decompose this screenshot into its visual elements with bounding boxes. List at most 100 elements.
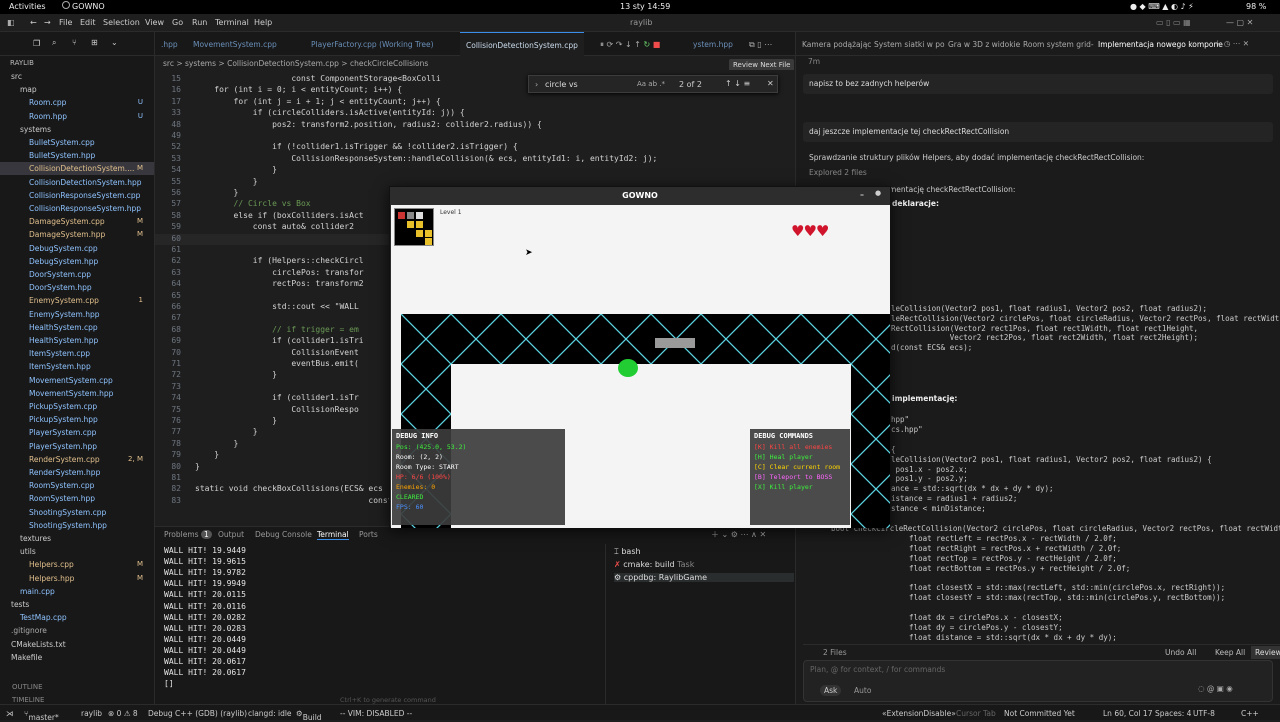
file-tree-item[interactable]: Helpers.cpp M	[0, 558, 154, 571]
file-tree-item[interactable]: Makefile	[0, 651, 154, 664]
remote-icon[interactable]: ⋊	[6, 709, 14, 718]
file-tree-item[interactable]: MovementSystem.cpp	[0, 374, 154, 387]
cursor-position[interactable]: Ln 60, Col 17	[1103, 709, 1152, 718]
editor-actions[interactable]: ⧉ ▯ ⋯	[749, 40, 772, 50]
file-tree-item[interactable]: PickupSystem.cpp	[0, 400, 154, 413]
close-icon[interactable]: ●	[875, 189, 881, 197]
file-tree-item[interactable]: RoomSystem.cpp	[0, 479, 154, 492]
file-tree-item[interactable]: PlayerSystem.cpp	[0, 426, 154, 439]
tab-system-hpp[interactable]: ystem.hpp	[687, 32, 739, 56]
chat-tab-2[interactable]: System siatki w po	[874, 40, 945, 49]
file-tree-item[interactable]: DamageSystem.hpp M	[0, 228, 154, 241]
file-tree-item[interactable]: tests	[0, 598, 154, 611]
branch-status[interactable]: ⑂ master*	[24, 709, 59, 722]
tab-movement-system[interactable]: MovementSystem.cpp	[187, 32, 283, 56]
code-line[interactable]: 52 if (!collider1.isTrigger && !collider…	[155, 142, 795, 153]
file-tree-item[interactable]: DebugSystem.cpp	[0, 242, 154, 255]
chevron-right-icon[interactable]: ›	[535, 80, 538, 89]
file-tree-item[interactable]: Room.cpp U	[0, 96, 154, 109]
file-tree-item[interactable]: ShootingSystem.cpp	[0, 506, 154, 519]
code-line[interactable]: 53 CollisionResponseSystem::handleCollis…	[155, 154, 795, 165]
menu-terminal[interactable]: Terminal	[215, 18, 249, 27]
file-tree-item[interactable]: RenderSystem.cpp 2, M	[0, 453, 154, 466]
implementation-code-block[interactable]: hpp" cs.hpp" {leCollision(Vector2 pos1, fl…	[831, 415, 1280, 645]
cursor-tab-status[interactable]: Cursor Tab	[956, 709, 996, 718]
file-tree-item[interactable]: RoomSystem.hpp	[0, 492, 154, 505]
explored-files[interactable]: Explored 2 files	[809, 168, 867, 177]
file-tree-item[interactable]: CollisionDetectionSystem.... M	[0, 162, 154, 176]
file-tree-item[interactable]: DoorSystem.cpp	[0, 268, 154, 281]
code-line[interactable]: 33 if (circleColliders.isActive(entityId…	[155, 108, 795, 119]
menu-go[interactable]: Go	[172, 18, 183, 27]
commit-status[interactable]: Not Committed Yet	[1004, 709, 1075, 718]
file-tree-item[interactable]: CMakeLists.txt	[0, 638, 154, 651]
file-tree-item[interactable]: Room.hpp U	[0, 110, 154, 123]
file-tree-item[interactable]: DamageSystem.cpp M	[0, 215, 154, 228]
find-nav-icons[interactable]: ↑ ↓ ≡	[725, 79, 750, 88]
panel-actions[interactable]: ＋ ⌄ ⚙ ⋯ ∧ ✕	[711, 529, 766, 540]
terminal-item-cmake[interactable]: ✗ cmake: build Task	[614, 560, 694, 569]
chat-tab-4[interactable]: Room system grid-	[1023, 40, 1094, 49]
layout-toggle-icons[interactable]: ▭ ▯ ▭ ▦	[1156, 18, 1191, 27]
encoding-status[interactable]: UTF-8	[1193, 709, 1215, 718]
file-tree-item[interactable]: CollisionResponseSystem.cpp	[0, 189, 154, 202]
tab-terminal[interactable]: Terminal	[317, 530, 349, 540]
file-tree-item[interactable]: BulletSystem.cpp	[0, 136, 154, 149]
menu-edit[interactable]: Edit	[80, 18, 96, 27]
file-tree-item[interactable]: systems	[0, 123, 154, 136]
terminal-item-bash[interactable]: ⌶ bash	[614, 547, 641, 557]
model-select[interactable]: Auto	[854, 686, 871, 695]
game-window[interactable]: GOWNO – ● Level 1 ♥♥♥ DEBUG INFO Pos: (4…	[389, 186, 891, 528]
code-line[interactable]: 49	[155, 131, 795, 142]
menu-selection[interactable]: Selection	[103, 18, 140, 27]
repo-status[interactable]: raylib	[81, 709, 102, 718]
tab-player-factory[interactable]: PlayerFactory.cpp (Working Tree)	[305, 32, 440, 56]
changed-files-count[interactable]: 2 Files	[823, 648, 847, 657]
code-line[interactable]: 17 for (int j = i + 1; j < entityCount; …	[155, 97, 795, 108]
tab-hpp[interactable]: .hpp	[155, 32, 184, 56]
indent-status[interactable]: Spaces: 4	[1155, 709, 1191, 718]
menu-help[interactable]: Help	[254, 18, 272, 27]
file-tree-item[interactable]: EnemySystem.cpp 1	[0, 294, 154, 307]
timeline-section[interactable]: TIMELINE	[12, 696, 44, 704]
tab-problems[interactable]: Problems 1	[164, 530, 212, 539]
terminal-item-cppdbg[interactable]: ⚙ cppdbg: RaylibGame	[614, 573, 794, 582]
file-tree-item[interactable]: map	[0, 83, 154, 96]
review-button[interactable]: Review	[1251, 646, 1280, 659]
file-tree-item[interactable]: CollisionResponseSystem.hpp	[0, 202, 154, 215]
forward-arrow-icon[interactable]: →	[44, 18, 51, 27]
menu-run[interactable]: Run	[192, 18, 207, 27]
build-button[interactable]: ⚙ Build	[296, 709, 322, 722]
command-center-search[interactable]: raylib	[630, 18, 652, 27]
user-message-1[interactable]: napisz to bez zadnych helperów	[803, 74, 1273, 94]
file-tree-item[interactable]: PlayerSystem.hpp	[0, 440, 154, 453]
file-tree-item[interactable]: textures	[0, 532, 154, 545]
file-tree-item[interactable]: DoorSystem.hpp	[0, 281, 154, 294]
source-control-icon[interactable]: ⑂	[72, 38, 77, 47]
close-icon[interactable]: ✕	[767, 79, 774, 88]
chat-tab-3[interactable]: Gra w 3D z widokie	[948, 40, 1020, 49]
file-tree-item[interactable]: Helpers.hpp M	[0, 572, 154, 585]
extensions-icon[interactable]: ⊞	[91, 38, 98, 47]
minimize-icon[interactable]: –	[860, 190, 864, 199]
search-icon[interactable]: ⌕	[52, 38, 56, 48]
find-input[interactable]: circle vs	[545, 80, 578, 89]
game-window-title[interactable]: GOWNO – ●	[390, 187, 890, 205]
file-tree-item[interactable]: CollisionDetectionSystem.hpp	[0, 176, 154, 189]
file-tree-item[interactable]: DebugSystem.hpp	[0, 255, 154, 268]
file-tree-item[interactable]: EnemySystem.hpp	[0, 308, 154, 321]
file-tree-item[interactable]: TestMap.cpp	[0, 611, 154, 624]
chevron-down-icon[interactable]: ⌄	[111, 38, 118, 47]
window-controls[interactable]: — ▢ ✕	[1226, 18, 1253, 27]
file-tree-item[interactable]: ItemSystem.hpp	[0, 360, 154, 373]
problems-status[interactable]: ⊗ 0 ⚠ 8	[108, 709, 138, 718]
debug-toolbar[interactable]: ⏸ ⟳ ↷ ↓ ↑ ↻ ■	[600, 40, 660, 50]
chat-tab-1[interactable]: Kamera podążając	[802, 40, 871, 49]
activities-button[interactable]: Activities	[9, 2, 46, 11]
file-tree-item[interactable]: HealthSystem.hpp	[0, 334, 154, 347]
chat-tab-5[interactable]: Implementacja nowego kompone	[1098, 40, 1223, 49]
chat-actions[interactable]: ＋ ◷ ⋯ ✕	[1214, 38, 1249, 49]
back-arrow-icon[interactable]: ←	[30, 18, 37, 27]
declaration-code-block[interactable]: leCollision(Vector2 pos1, float radius1,…	[891, 304, 1280, 364]
file-tree-item[interactable]: ShootingSystem.hpp	[0, 519, 154, 532]
